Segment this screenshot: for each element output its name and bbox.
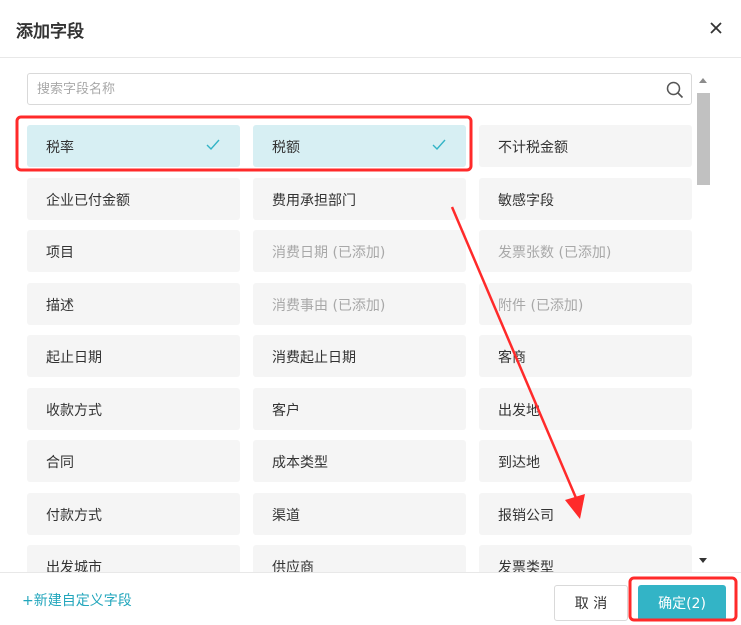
dialog-title: 添加字段 xyxy=(16,22,84,42)
field-option[interactable]: 合同 xyxy=(27,440,240,482)
field-option-label: 客户 xyxy=(272,403,300,419)
field-option-label: 发票类型 xyxy=(498,560,554,572)
field-option-label: 企业已付金额 xyxy=(46,193,130,209)
field-picker-body: 税率 税额 不计税金额企业已付金额 费用承担部门 敏感字段项目 消费日期 (已添加) 发票张… xyxy=(0,58,741,572)
field-option-label: 税额 xyxy=(272,140,300,156)
cancel-button[interactable]: 取 消 xyxy=(554,585,628,621)
field-option-label: 费用承担部门 xyxy=(272,193,356,209)
field-option[interactable]: 消费起止日期 xyxy=(253,335,466,377)
field-option-label: 成本类型 xyxy=(272,455,328,471)
field-option-label: 渠道 xyxy=(272,508,300,524)
field-option[interactable]: 项目 xyxy=(27,230,240,272)
field-option-label: 税率 xyxy=(46,140,74,156)
field-option[interactable]: 发票类型 xyxy=(479,545,692,572)
field-option-label: 敏感字段 xyxy=(498,193,554,209)
field-option: 附件 (已添加) xyxy=(479,283,692,325)
field-option-label: 发票张数 (已添加) xyxy=(498,245,612,261)
close-icon[interactable] xyxy=(702,14,730,42)
check-icon xyxy=(432,139,446,151)
scrollbar[interactable] xyxy=(695,72,712,572)
field-option[interactable]: 供应商 xyxy=(253,545,466,572)
field-option-label: 起止日期 xyxy=(46,350,102,366)
field-option[interactable]: 税额 xyxy=(253,125,466,167)
field-option-label: 消费事由 (已添加) xyxy=(272,298,386,314)
field-option[interactable]: 敏感字段 xyxy=(479,178,692,220)
dialog-footer: +新建自定义字段 取 消 确定(2) xyxy=(0,572,741,625)
field-option-label: 不计税金额 xyxy=(498,140,568,156)
field-option[interactable]: 不计税金额 xyxy=(479,125,692,167)
field-option-label: 报销公司 xyxy=(498,508,554,524)
scroll-down-arrow-icon[interactable] xyxy=(699,558,707,563)
field-option-label: 描述 xyxy=(46,298,74,314)
field-option-label: 出发地 xyxy=(498,403,540,419)
field-option-label: 消费起止日期 xyxy=(272,350,356,366)
field-option: 发票张数 (已添加) xyxy=(479,230,692,272)
field-option-label: 收款方式 xyxy=(46,403,102,419)
field-option: 消费日期 (已添加) xyxy=(253,230,466,272)
dialog-header: 添加字段 xyxy=(0,0,741,58)
field-option-label: 合同 xyxy=(46,455,74,471)
field-option[interactable]: 税率 xyxy=(27,125,240,167)
field-option-label: 客商 xyxy=(498,350,526,366)
field-option[interactable]: 客商 xyxy=(479,335,692,377)
field-option-label: 供应商 xyxy=(272,560,314,572)
search-box xyxy=(27,73,692,105)
field-option[interactable]: 费用承担部门 xyxy=(253,178,466,220)
field-option[interactable]: 起止日期 xyxy=(27,335,240,377)
new-custom-field-link[interactable]: +新建自定义字段 xyxy=(22,590,132,610)
field-option[interactable]: 付款方式 xyxy=(27,493,240,535)
field-option-label: 项目 xyxy=(46,245,74,261)
scroll-thumb[interactable] xyxy=(697,93,710,185)
field-option[interactable]: 描述 xyxy=(27,283,240,325)
field-option-label: 附件 (已添加) xyxy=(498,298,584,314)
field-option-label: 付款方式 xyxy=(46,508,102,524)
field-option-label: 消费日期 (已添加) xyxy=(272,245,386,261)
field-option[interactable]: 报销公司 xyxy=(479,493,692,535)
field-option: 消费事由 (已添加) xyxy=(253,283,466,325)
field-option[interactable]: 企业已付金额 xyxy=(27,178,240,220)
confirm-button[interactable]: 确定(2) xyxy=(638,585,726,621)
field-option[interactable]: 客户 xyxy=(253,388,466,430)
search-icon[interactable] xyxy=(665,80,685,100)
field-option-label: 出发城市 xyxy=(46,560,102,572)
field-option[interactable]: 出发地 xyxy=(479,388,692,430)
field-option[interactable]: 出发城市 xyxy=(27,545,240,572)
field-option[interactable]: 渠道 xyxy=(253,493,466,535)
field-option[interactable]: 收款方式 xyxy=(27,388,240,430)
field-option[interactable]: 成本类型 xyxy=(253,440,466,482)
scroll-up-arrow-icon[interactable] xyxy=(699,78,707,83)
field-option[interactable]: 到达地 xyxy=(479,440,692,482)
search-input[interactable] xyxy=(28,74,658,104)
check-icon xyxy=(206,139,220,151)
field-option-label: 到达地 xyxy=(498,455,540,471)
